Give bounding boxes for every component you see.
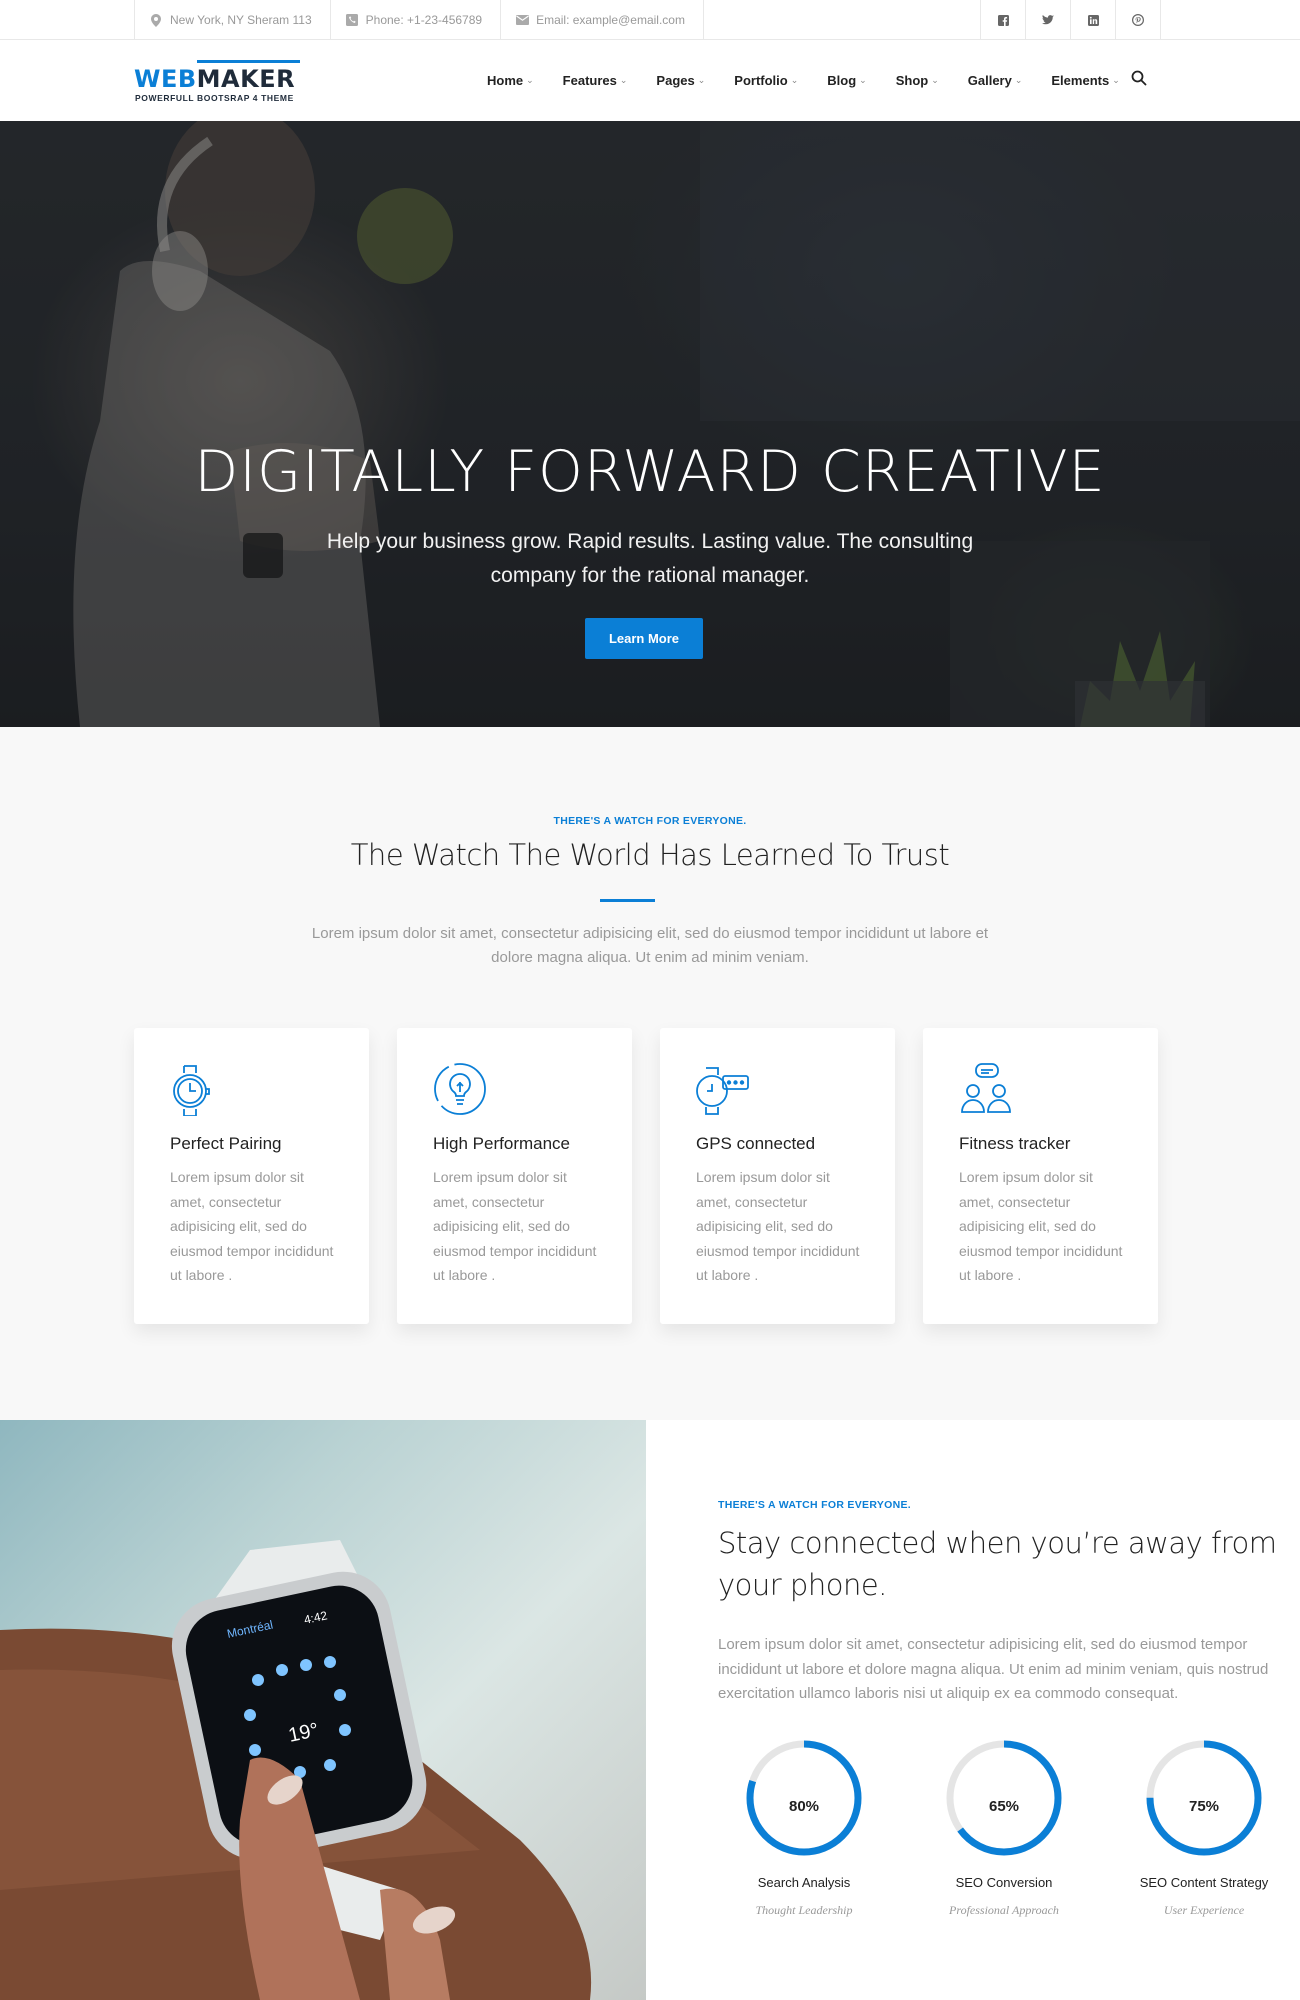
connected-section: THERE'S A WATCH FOR EVERYONE. Stay conne… [646,1420,1300,2000]
chevron-down-icon: ⌄ [859,75,867,85]
nav-item-label: Elements [1051,73,1110,88]
nav-item-shop[interactable]: Shop ⌄ [896,73,939,88]
stat-sublabel: User Experience [1163,1903,1245,1917]
facebook-icon[interactable] [981,0,1026,40]
nav-item-label: Gallery [967,73,1012,88]
title-divider [600,899,655,902]
nav-item-elements[interactable]: Elements ⌄ [1051,73,1119,88]
stat-seo-content-strategy: 75% SEO Content Strategy User Experience [1104,1740,1300,1940]
card-title: High Performance [433,1134,571,1153]
main-navbar: WEBMAKER POWERFULL BOOTSRAP 4 THEME Home… [0,40,1300,121]
card-text: Lorem ipsum dolor sit amet, consectetur … [696,1169,860,1283]
card-text: Lorem ipsum dolor sit amet, consectetur … [170,1169,334,1283]
nav-item-gallery[interactable]: Gallery ⌄ [968,73,1023,88]
phone-icon [345,13,359,27]
card-title: Perfect Pairing [170,1134,282,1153]
nav-item-label: Portfolio [734,73,788,88]
nav-item-label: Shop [895,73,929,88]
connected-eyebrow: THERE'S A WATCH FOR EVERYONE. [718,1499,912,1511]
nav-item-blog[interactable]: Blog ⌄ [827,73,866,88]
address-text: New York, NY Sheram 113 [170,13,312,27]
envelope-icon [515,13,529,27]
linkedin-icon[interactable] [1071,0,1116,40]
nav-item-pages[interactable]: Pages ⌄ [656,73,705,88]
social-links [980,0,1161,40]
stat-percent: 65% [988,1798,1020,1815]
feature-card: GPS connected Lorem ipsum dolor sit amet… [660,1028,895,1324]
nav-item-label: Blog [827,73,857,88]
connected-title: Stay connected when you’re away from you… [718,1526,1277,1602]
stat-sublabel: Professional Approach [949,1903,1059,1917]
stat-percent: 80% [788,1798,820,1815]
logo-wordmark: WEBMAKER [134,66,295,92]
watch-icon [170,1062,224,1117]
features-title: The Watch The World Has Learned To Trust [350,838,950,872]
map-pin-icon [149,13,163,27]
stat-sublabel: Thought Leadership [755,1903,853,1917]
chevron-down-icon: ⌄ [526,75,534,85]
hero-subtitle: Help your business grow. Rapid results. … [326,530,974,587]
smartwatch-message-icon [696,1062,750,1116]
feature-cards: Perfect Pairing Lorem ipsum dolor sit am… [134,1028,1158,1324]
email-item: Email: example@email.com [501,0,704,40]
chevron-down-icon: ⌄ [931,75,939,85]
logo-word-web: WEB [134,65,197,93]
stat-seo-conversion: 65% SEO Conversion Professional Approach [904,1740,1104,1940]
stat-label: SEO Content Strategy [1139,1875,1269,1890]
nav-item-label: Pages [656,73,695,88]
nav-item-features[interactable]: Features ⌄ [563,73,628,88]
nav-item-label: Features [562,73,617,88]
features-section: THERE'S A WATCH FOR EVERYONE. The Watch … [0,727,1300,1420]
feature-card: Fitness tracker Lorem ipsum dolor sit am… [923,1028,1158,1324]
pinterest-icon[interactable] [1116,0,1161,40]
chevron-down-icon: ⌄ [1014,75,1023,85]
search-icon[interactable] [1131,70,1151,90]
nav-item-label: Home [487,73,524,88]
phone-text: Phone: +1-23-456789 [365,13,483,27]
card-text: Lorem ipsum dolor sit amet, consectetur … [959,1169,1123,1283]
stat-percent: 75% [1188,1798,1220,1815]
stat-search-analysis: 80% Search Analysis Thought Leadership [704,1740,904,1940]
smartwatch-photo: Montréal 4:42 19° [0,1420,646,2000]
logo-accent-bar [197,60,300,63]
features-eyebrow: THERE'S A WATCH FOR EVERYONE. [553,815,747,827]
logo-word-maker: MAKER [196,65,296,93]
nav-item-home[interactable]: Home ⌄ [487,73,534,88]
card-text: Lorem ipsum dolor sit amet, consectetur … [433,1169,597,1283]
address-item: New York, NY Sheram 113 [135,0,331,40]
learn-more-button[interactable]: Learn More [585,618,703,659]
top-bar: New York, NY Sheram 113 Phone: +1-23-456… [0,0,1300,40]
card-title: GPS connected [696,1134,816,1153]
feature-card: High Performance Lorem ipsum dolor sit a… [397,1028,632,1324]
stat-label: SEO Conversion [955,1875,1053,1890]
chevron-down-icon: ⌄ [697,75,706,85]
phone-item: Phone: +1-23-456789 [331,0,502,40]
card-title: Fitness tracker [959,1134,1071,1153]
hero-section: DIGITALLY FORWARD CREATIVE Help your bus… [0,121,1300,727]
nav-menu: Home ⌄ Features ⌄ Pages ⌄ Portfolio ⌄ Blog ⌄ … [487,40,1149,121]
chevron-down-icon: ⌄ [1112,75,1120,85]
twitter-icon[interactable] [1026,0,1071,40]
feature-card: Perfect Pairing Lorem ipsum dolor sit am… [134,1028,369,1324]
contact-info: New York, NY Sheram 113 Phone: +1-23-456… [134,0,704,40]
nav-item-portfolio[interactable]: Portfolio ⌄ [734,73,798,88]
hero-title: DIGITALLY FORWARD CREATIVE [194,439,1106,505]
chevron-down-icon: ⌄ [790,75,799,85]
people-chat-icon [959,1062,1013,1116]
stat-label: Search Analysis [757,1875,851,1890]
lightbulb-icon [433,1062,487,1116]
connected-paragraph: Lorem ipsum dolor sit amet, consectetur … [718,1636,1269,1702]
chevron-down-icon: ⌄ [619,75,628,85]
site-logo[interactable]: WEBMAKER POWERFULL BOOTSRAP 4 THEME [134,60,304,106]
logo-tagline: POWERFULL BOOTSRAP 4 THEME [135,93,294,103]
features-intro: Lorem ipsum dolor sit amet, consectetur … [311,925,989,966]
email-text: Email: example@email.com [536,13,685,27]
